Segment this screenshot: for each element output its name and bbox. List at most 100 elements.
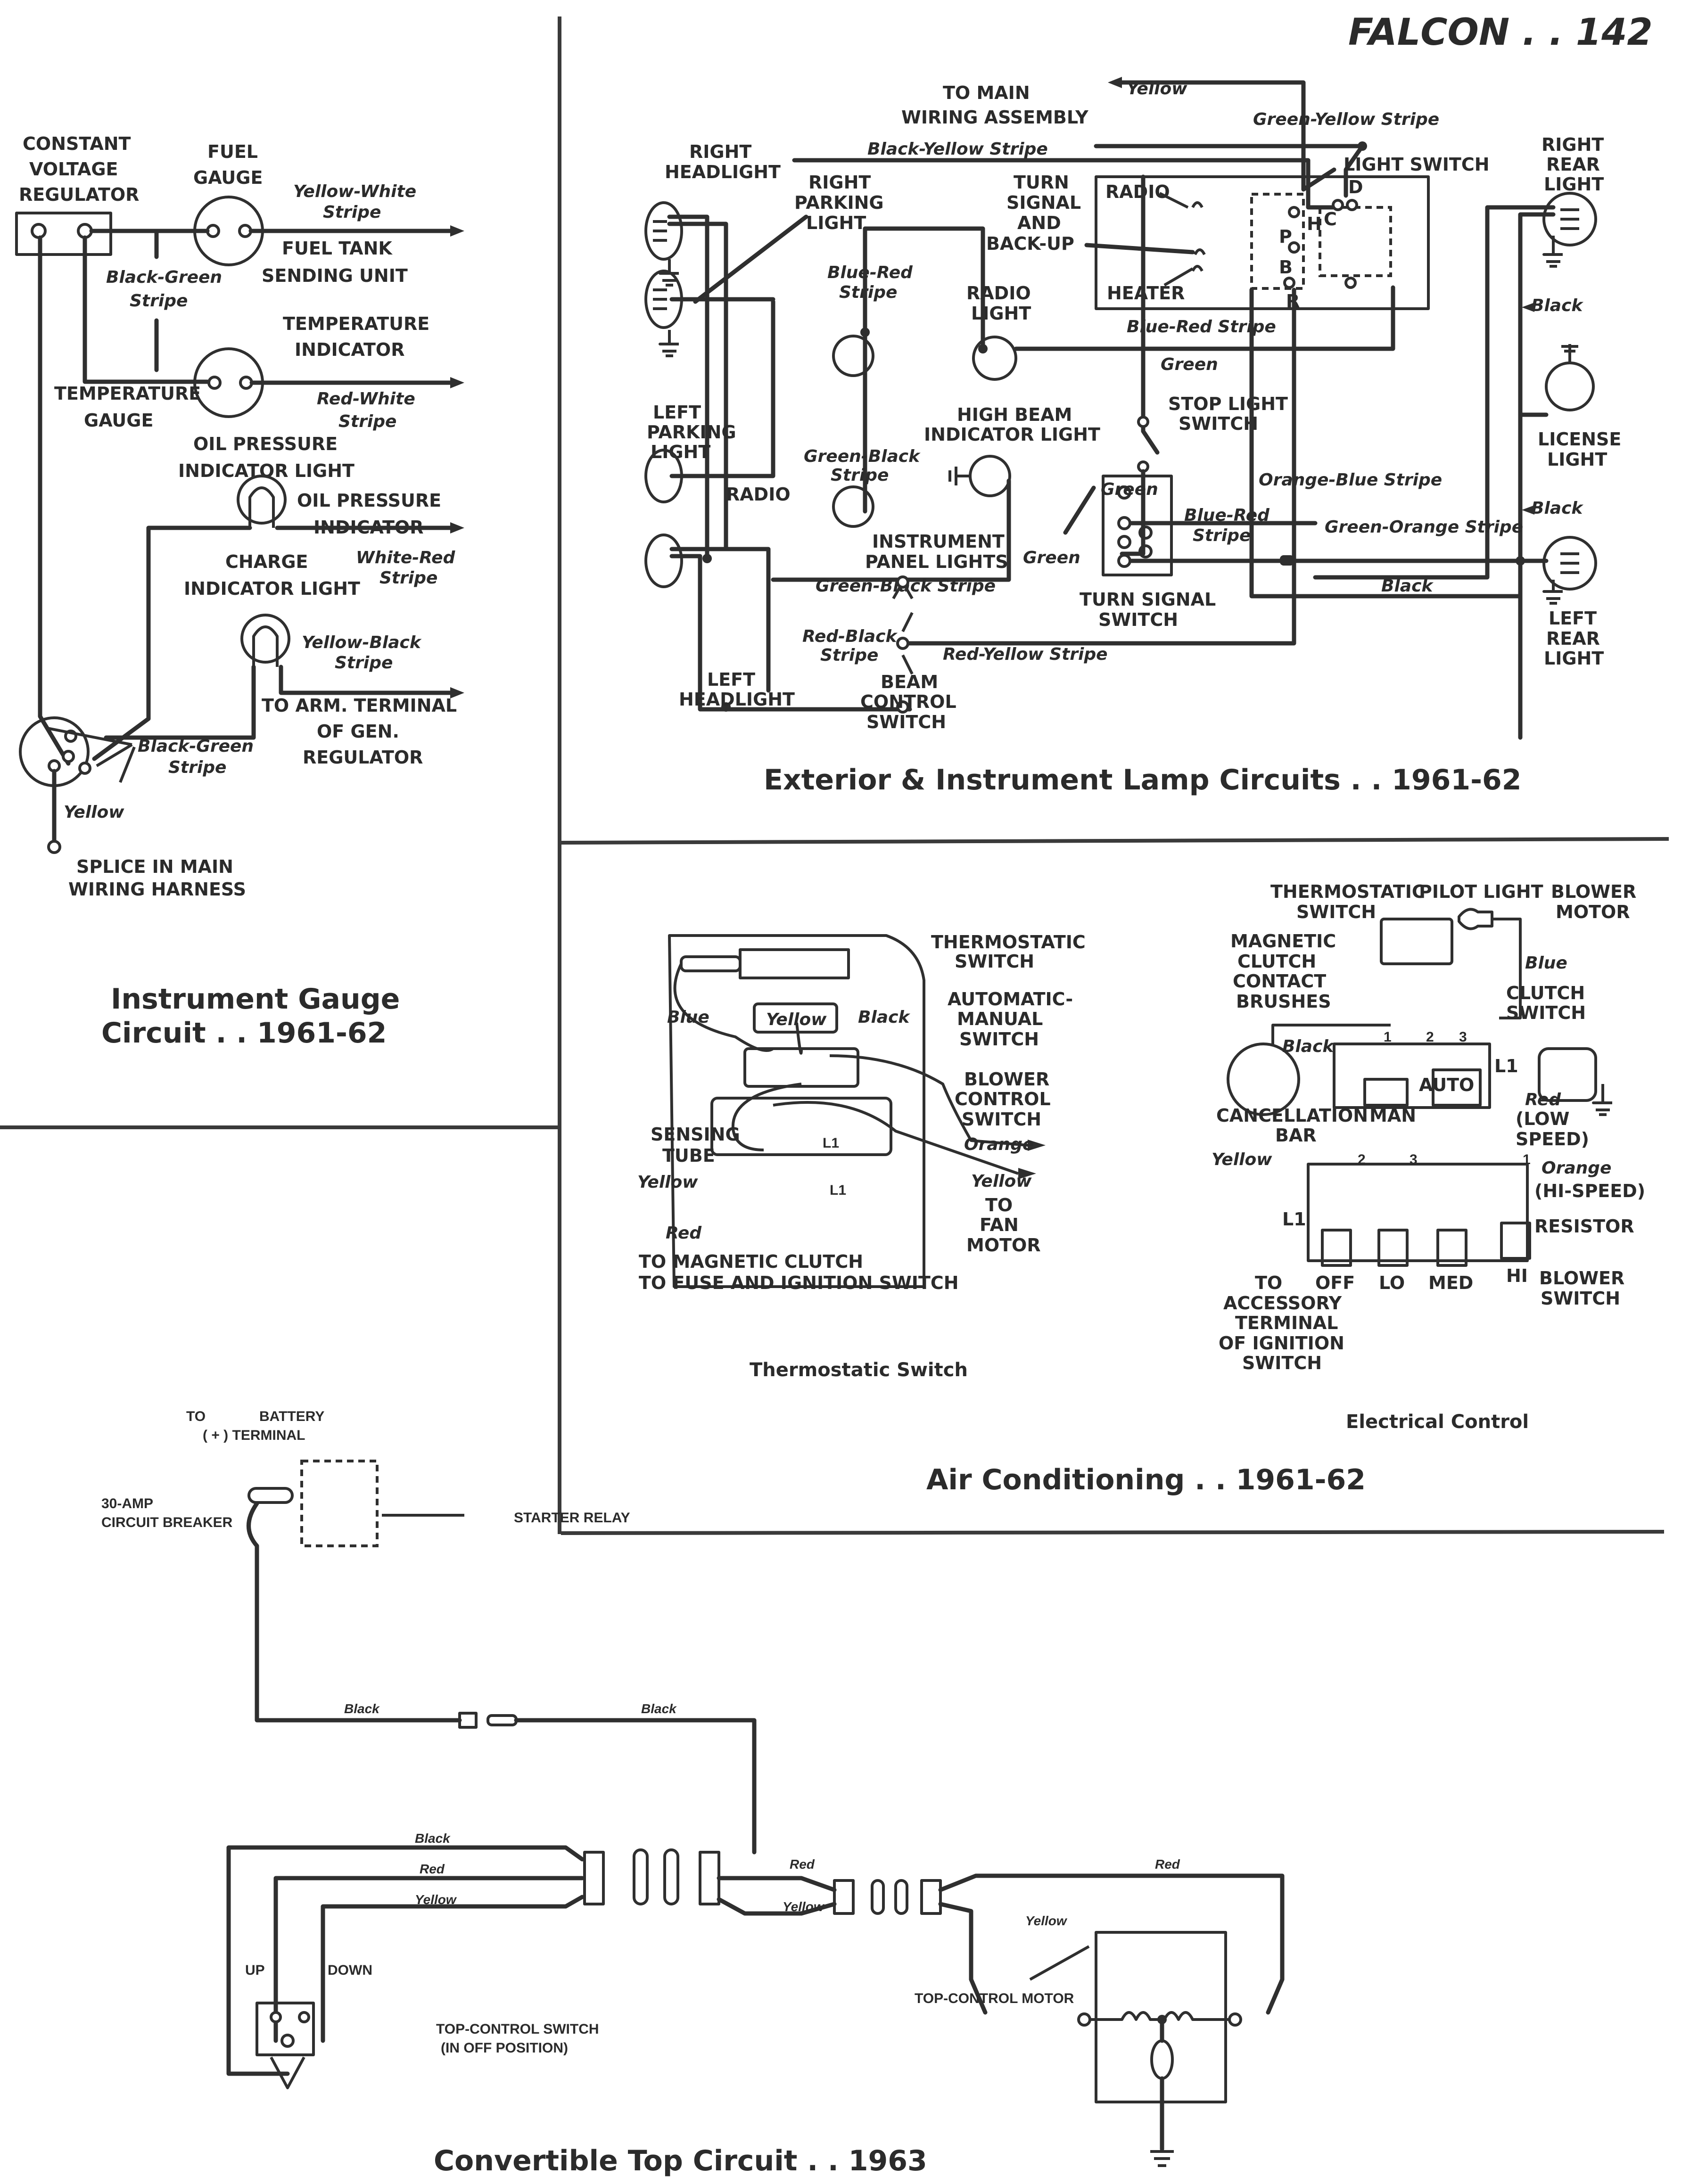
ground-icon <box>1150 2150 1174 2167</box>
label-left-rear-2: REAR <box>1546 628 1600 649</box>
label-resistor: RESISTOR <box>1534 1216 1634 1237</box>
wire-label: Blue-Red <box>1184 506 1270 525</box>
wire-label: Red <box>1155 1857 1180 1872</box>
wire-label: Red <box>790 1857 815 1872</box>
switch-terminal <box>1283 277 1295 289</box>
beam-switch-terminal <box>896 637 909 650</box>
air-conditioning: THERMOSTATIC SWITCH AUTOMATIC- MANUAL SW… <box>637 881 1645 1496</box>
switch-terminal <box>270 2011 282 2023</box>
man-button <box>1363 1078 1409 1107</box>
wire-label: Black-Green <box>138 737 254 756</box>
motor-connector <box>833 1879 855 1915</box>
switch-terminal <box>298 2011 310 2023</box>
wire-label: Stripe <box>338 412 396 431</box>
label-auto: AUTO <box>1419 1075 1474 1095</box>
right-upper-divider <box>561 837 1669 845</box>
label-blower-control-3: SWITCH <box>962 1109 1041 1130</box>
label-sensing-2: TUBE <box>662 1145 715 1166</box>
label-fuse-ignition: TO FUSE AND IGNITION SWITCH <box>639 1273 959 1293</box>
wire-label: Stripe <box>168 758 226 777</box>
wire-label: Blue <box>1525 953 1567 973</box>
motor-connector <box>871 1879 885 1915</box>
switch-terminal <box>1346 199 1358 211</box>
label-instrument-panel-1: INSTRUMENT <box>872 531 1005 552</box>
stop-switch-terminal <box>1137 416 1149 428</box>
label-fan-3: MOTOR <box>966 1235 1041 1256</box>
wire-label: Black <box>1381 576 1434 596</box>
label-mag-1: MAGNETIC <box>1230 931 1336 952</box>
junction-dot <box>1516 556 1525 566</box>
wire-label: Stripe <box>379 568 437 588</box>
label-oil-light-2: INDICATOR LIGHT <box>178 460 354 481</box>
label-radio-light-1: RADIO <box>966 283 1031 304</box>
black-feed-wire <box>247 1501 757 1855</box>
wire-label: Orange-Blue Stripe <box>1259 470 1442 490</box>
label-high-beam-1: HIGH BEAM <box>957 404 1072 425</box>
wire-label: Yellow <box>415 1892 457 1907</box>
wire-label: Yellow <box>783 1899 825 1914</box>
label-mag-2: CLUTCH <box>1237 951 1316 972</box>
wire-label: Green-Orange Stripe <box>1325 517 1523 537</box>
motor-terminal <box>1228 2012 1242 2027</box>
label-heater: HEATER <box>1107 283 1185 304</box>
sensing-bulb <box>680 955 742 972</box>
label-right-parking-3: LIGHT <box>806 213 866 233</box>
wire-label: Orange <box>1542 1158 1611 1178</box>
wire-label: Black <box>1531 499 1583 518</box>
motor-terminal <box>1077 2012 1091 2027</box>
label-top-control-motor: TOP-CONTROL MOTOR <box>915 1991 1074 2006</box>
label-breaker-2: CIRCUIT BREAKER <box>101 1515 233 1530</box>
label-splice-1: SPLICE IN MAIN <box>76 856 233 877</box>
right-headlight <box>644 201 683 329</box>
terminal-label: 1 <box>1384 1029 1392 1045</box>
wire-label: Green-Black <box>804 447 921 466</box>
terminal-label: 2 <box>1358 1152 1366 1167</box>
arrow-icon <box>450 522 464 534</box>
arrow-icon <box>1522 505 1534 515</box>
label-blower-motor-2: MOTOR <box>1556 902 1630 922</box>
label-mag-3: CONTACT <box>1233 971 1326 992</box>
label-blower-switch-2: SWITCH <box>1541 1288 1620 1309</box>
wire-label: Yellow <box>1212 1150 1272 1169</box>
label-stop-light-1: STOP LIGHT <box>1168 394 1288 414</box>
label-l1: L1 <box>1494 1056 1518 1076</box>
exterior-lamps-caption: Exterior & Instrument Lamp Circuits . . … <box>764 764 1522 796</box>
label-turn-switch-1: TURN SIGNAL <box>1080 589 1216 610</box>
label-auto-manual-1: AUTOMATIC- <box>948 989 1073 1010</box>
stop-light-feed <box>1141 174 1160 455</box>
label-turn-signal-2: SIGNAL <box>1006 192 1081 213</box>
turn-switch-terminal <box>1117 535 1131 549</box>
terminal-label: 2 <box>1426 1029 1434 1045</box>
label-high-beam-2: INDICATOR LIGHT <box>924 424 1100 445</box>
label-accessory-1: TO <box>1255 1273 1282 1293</box>
label-battery: BATTERY <box>259 1409 324 1424</box>
harness-connector <box>699 1851 720 1905</box>
terminal-label: 3 <box>1410 1152 1418 1167</box>
label-beam-control-1: BEAM <box>881 672 938 692</box>
label-turn-signal-3: AND <box>1017 213 1061 233</box>
label-auto-manual-3: SWITCH <box>959 1029 1039 1050</box>
label-left-rear-3: LIGHT <box>1544 648 1604 669</box>
inline-fuse-connector <box>458 1712 478 1729</box>
label-terminal-c: C <box>1324 209 1337 230</box>
ec-thermostatic-switch <box>1380 918 1453 965</box>
label-light-switch: LIGHT SWITCH <box>1344 154 1490 175</box>
label-right-headlight-1: RIGHT <box>689 141 751 162</box>
harness-connector <box>633 1848 649 1905</box>
label-fuel-tank-2: SENDING UNIT <box>262 265 408 286</box>
leader-line <box>1084 243 1195 255</box>
label-accessory-4: OF IGNITION <box>1219 1333 1344 1354</box>
wire-label: Yellow <box>637 1173 698 1192</box>
junction-dot <box>860 328 870 337</box>
wire-label: Black <box>641 1701 677 1716</box>
label-accessory-5: SWITCH <box>1242 1353 1322 1373</box>
wire-label: Stripe <box>335 653 393 673</box>
label-left-headlight-2: HEADLIGHT <box>679 689 795 710</box>
label-breaker-1: 30-AMP <box>101 1496 153 1511</box>
wire-label: Stripe <box>820 646 878 665</box>
label-cancellation-2: BAR <box>1275 1125 1317 1146</box>
label-radio-light-2: LIGHT <box>971 303 1031 324</box>
label-fan-1: TO <box>985 1195 1013 1215</box>
label-right-parking-1: RIGHT <box>808 172 871 193</box>
yellow-main-wire <box>1120 80 1336 192</box>
